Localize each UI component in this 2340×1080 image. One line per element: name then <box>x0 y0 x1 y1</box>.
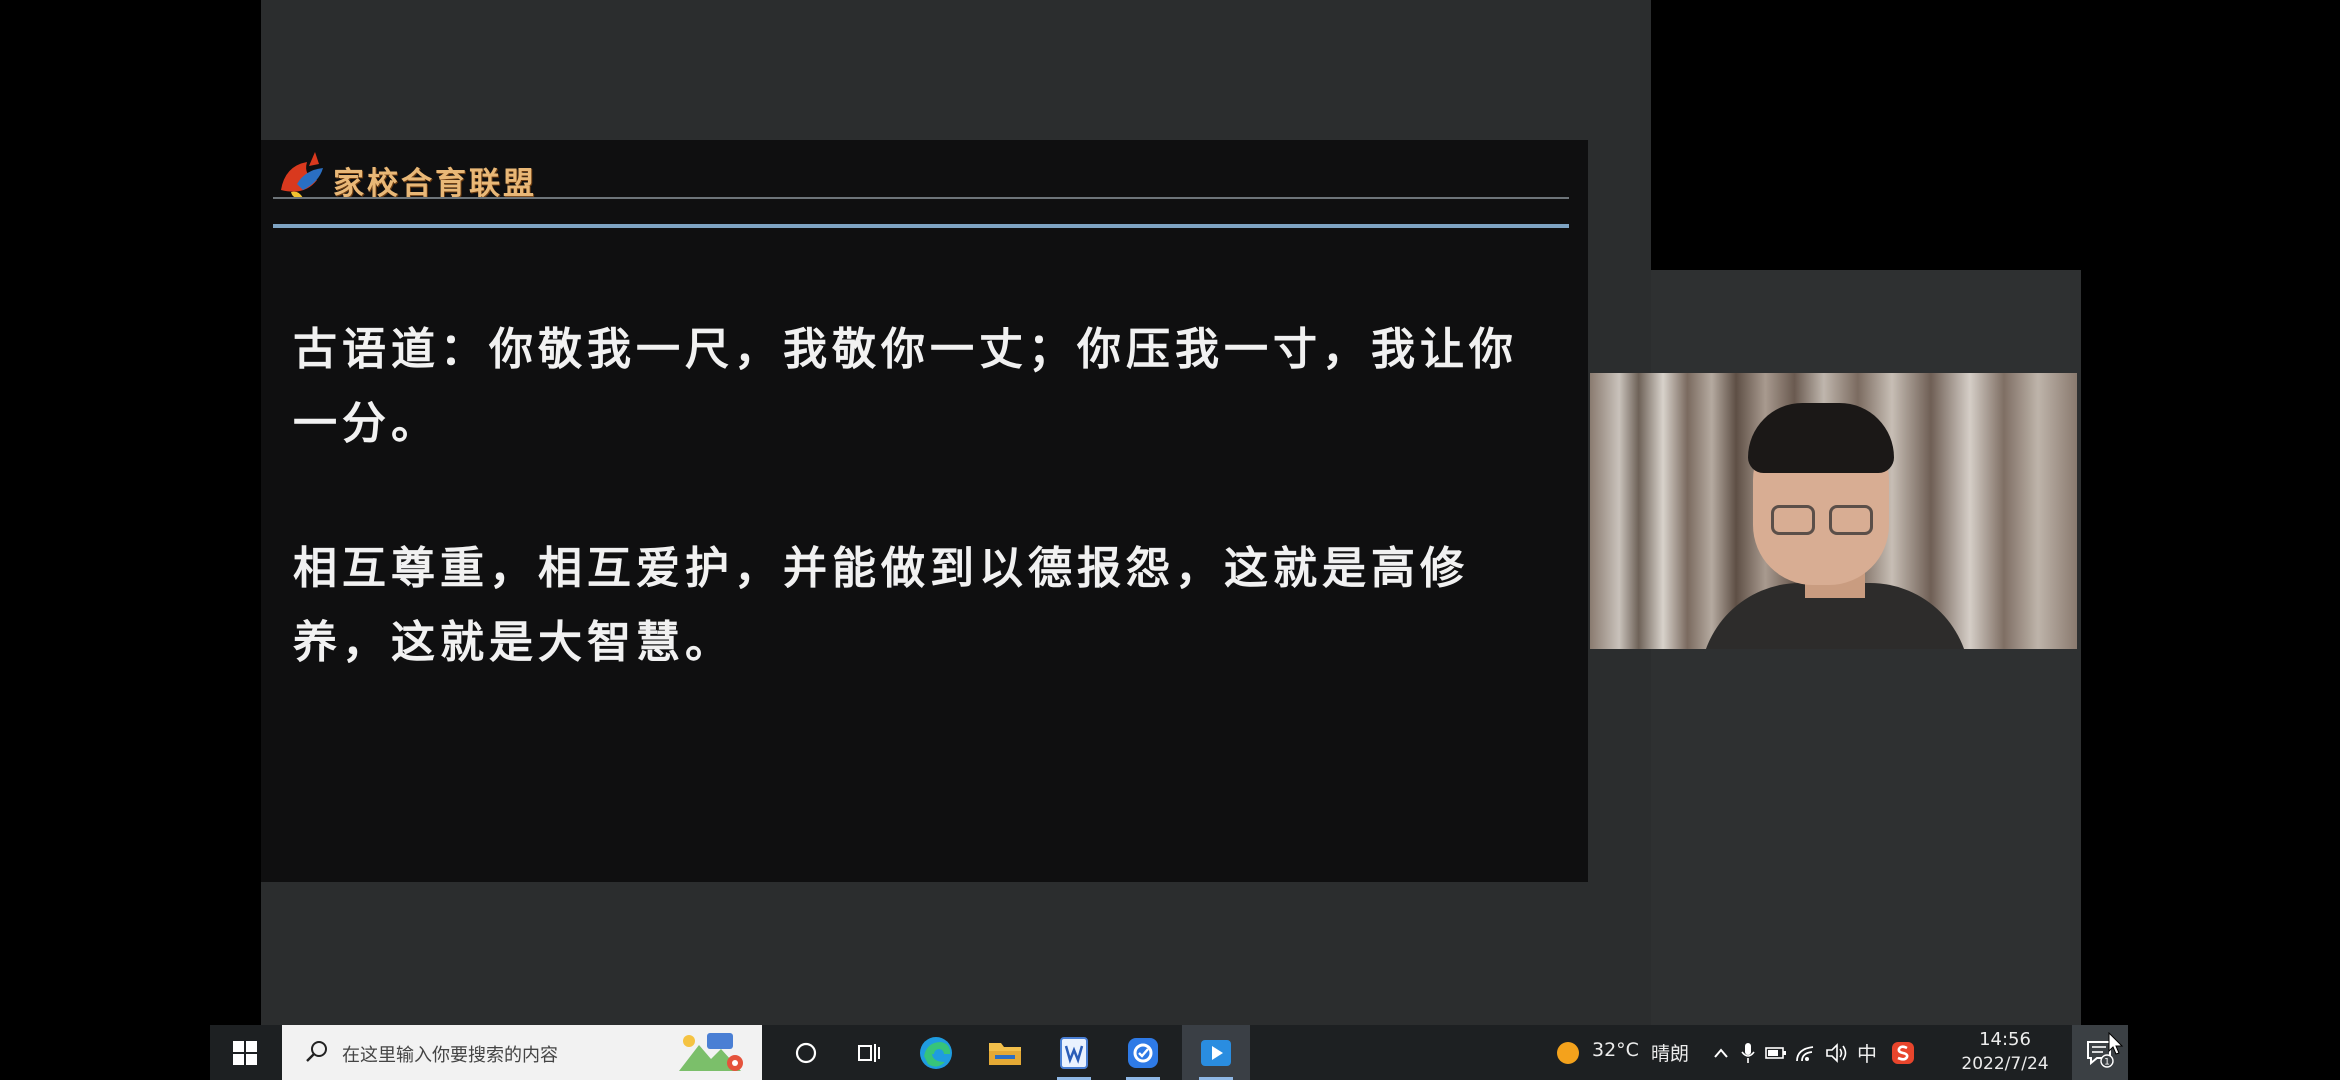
task-view-icon <box>858 1043 880 1062</box>
meeting-app-icon <box>1128 1037 1158 1068</box>
glasses-lens-left <box>1771 505 1815 535</box>
presentation-slide: 家校合育联盟 古语道：你敬我一尺，我敬你一丈；你压我一寸，我让你一分。 相互尊重… <box>261 140 1588 882</box>
slide-paragraph-proverb: 古语道：你敬我一尺，我敬你一丈；你压我一寸，我让你一分。 <box>293 324 1518 449</box>
network-button[interactable] <box>1792 1025 1820 1080</box>
glasses-lens-right <box>1829 505 1873 535</box>
show-hidden-icons-button[interactable] <box>1708 1025 1734 1080</box>
battery-button[interactable] <box>1762 1025 1790 1080</box>
edge-icon <box>920 1036 952 1069</box>
battery-icon <box>1765 1046 1786 1059</box>
header-rule-thin <box>273 197 1569 199</box>
taskbar-search-box[interactable]: 在这里输入你要搜索的内容 <box>282 1025 762 1080</box>
input-method-indicator[interactable]: 中 <box>1857 1038 1877 1067</box>
wps-writer-icon <box>1060 1036 1088 1069</box>
windows-logo-icon <box>233 1040 257 1065</box>
cortana-button[interactable] <box>775 1025 837 1080</box>
sogou-ime-icon <box>1892 1041 1914 1064</box>
windows-taskbar: 在这里输入你要搜索的内容 32°C 晴朗 中 14:56 2022/7/24 1 <box>210 1025 2128 1080</box>
taskbar-edge[interactable] <box>905 1025 967 1080</box>
wifi-icon <box>1796 1045 1814 1061</box>
notification-count: 1 <box>2104 1057 2110 1067</box>
microphone-icon <box>1741 1042 1755 1063</box>
volume-button[interactable] <box>1822 1025 1852 1080</box>
weather-widget[interactable] <box>1548 1025 1588 1080</box>
clock-time: 14:56 <box>1979 1029 2031 1050</box>
taskbar-meeting-app[interactable] <box>1112 1025 1174 1080</box>
search-placeholder: 在这里输入你要搜索的内容 <box>342 1045 558 1066</box>
task-view-button[interactable] <box>837 1025 899 1080</box>
blank-area <box>1651 0 2081 270</box>
chevron-up-icon <box>1714 1047 1728 1058</box>
webcam-video-feed <box>1590 373 2077 649</box>
search-icon <box>306 1041 327 1062</box>
speaker-icon <box>1826 1042 1847 1063</box>
header-rule-blue <box>273 224 1569 228</box>
media-player-icon <box>1201 1039 1231 1066</box>
microphone-button[interactable] <box>1736 1025 1760 1080</box>
mouse-cursor-icon <box>2108 1032 2124 1055</box>
file-explorer-icon <box>989 1042 1021 1065</box>
taskbar-file-explorer[interactable] <box>974 1025 1036 1080</box>
search-highlight-icon <box>679 1033 743 1071</box>
start-button[interactable] <box>210 1025 280 1080</box>
weather-temperature: 32°C <box>1592 1039 1639 1061</box>
taskbar-media-player[interactable] <box>1182 1025 1250 1080</box>
weather-condition: 晴朗 <box>1651 1043 1690 1065</box>
presenter-hair <box>1748 403 1894 473</box>
sun-icon <box>1557 1041 1579 1064</box>
system-clock[interactable]: 14:56 2022/7/24 <box>1960 1028 2050 1076</box>
sogou-input-button[interactable] <box>1886 1025 1920 1080</box>
cortana-icon <box>795 1042 817 1063</box>
slide-paragraph-respect: 相互尊重，相互爱护，并能做到以德报怨，这就是高修养，这就是大智慧。 <box>293 543 1469 668</box>
clock-date: 2022/7/24 <box>1961 1054 2049 1074</box>
taskbar-wps-writer[interactable] <box>1043 1025 1105 1080</box>
